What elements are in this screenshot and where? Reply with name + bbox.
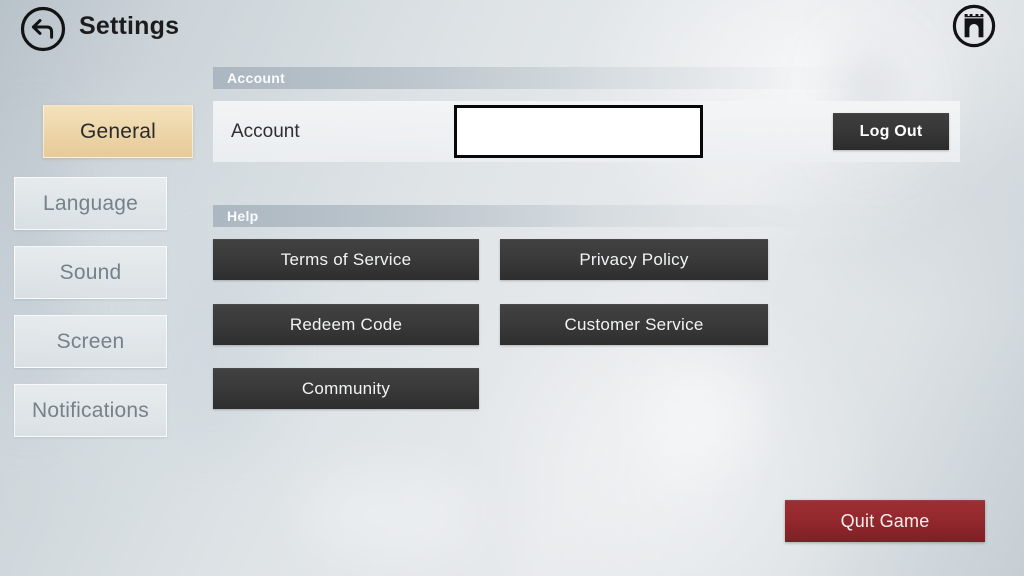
- log-out-button[interactable]: Log Out: [833, 113, 949, 150]
- account-row-label: Account: [231, 120, 300, 142]
- help-section-header: Help: [213, 205, 960, 227]
- community-button[interactable]: Community: [213, 368, 479, 409]
- privacy-policy-button[interactable]: Privacy Policy: [500, 239, 768, 280]
- customer-service-button[interactable]: Customer Service: [500, 304, 768, 345]
- account-section-title: Account: [227, 70, 286, 86]
- settings-screen: Settings General Language Sound Screen N…: [0, 0, 1024, 576]
- redeem-code-button[interactable]: Redeem Code: [213, 304, 479, 345]
- quit-game-button[interactable]: Quit Game: [785, 500, 985, 542]
- account-row: Account Log Out: [213, 101, 960, 162]
- account-value-field[interactable]: [454, 105, 703, 158]
- help-section-title: Help: [227, 208, 259, 224]
- terms-of-service-button[interactable]: Terms of Service: [213, 239, 479, 280]
- settings-content: Account Account Log Out Help Terms of Se…: [0, 0, 1024, 576]
- account-section-header: Account: [213, 67, 960, 89]
